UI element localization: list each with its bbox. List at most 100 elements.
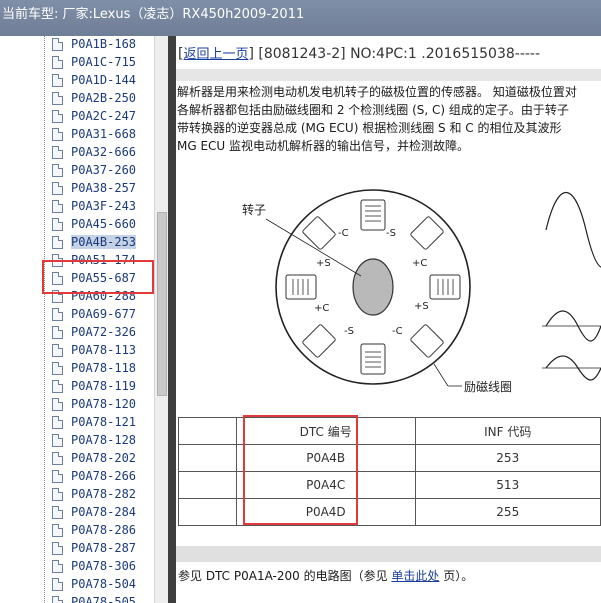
tree-item-label: P0A32-666 [71, 145, 137, 159]
coil-tag: +S [414, 301, 429, 312]
tree-item[interactable]: P0A2B-250 [52, 89, 136, 107]
footnote-suffix: 页）。 [439, 569, 474, 583]
tree-item[interactable]: P0A78-505 [52, 593, 136, 603]
dtc-tree[interactable]: P0A1B-168 P0A1C-715 P0A1D-144 P0A2B-250 P0A2… [0, 36, 154, 603]
document-pane: [返回上一页] [8081243-2] NO:4PC:1 .2016515038… [176, 36, 601, 603]
table-header-row: DTC 编号 INF 代码 [178, 417, 601, 445]
tree-item[interactable]: P0A78-118 [52, 359, 136, 377]
tree-item[interactable]: P0A31-668 [52, 125, 136, 143]
tree-connector [44, 36, 45, 603]
tree-item[interactable]: P0A1C-715 [52, 53, 136, 71]
pole [360, 199, 386, 231]
tree-item[interactable]: P0A38-257 [52, 179, 136, 197]
document-icon [52, 505, 63, 519]
rotor-label: 转子 [242, 202, 266, 217]
tree-item[interactable]: P0A72-326 [52, 323, 136, 341]
pole [302, 324, 336, 358]
scrollbar-thumb[interactable] [157, 212, 167, 396]
document-icon [52, 577, 63, 591]
tree-item-label: P0A69-677 [71, 307, 137, 321]
back-link[interactable]: 返回上一页 [183, 47, 248, 62]
tree-item-label: P0A4B-253 [71, 235, 137, 249]
coil-tag: +S [316, 258, 331, 269]
rotor [352, 258, 394, 316]
document-icon [52, 559, 63, 573]
inf-cell: 513 [414, 471, 601, 499]
tree-item[interactable]: P0A78-113 [52, 341, 136, 359]
tree-item-label: P0A45-660 [71, 217, 137, 231]
document-icon [52, 55, 63, 69]
header-divider [176, 69, 601, 81]
dtc-table: DTC 编号 INF 代码 P0A4B 253 P0A4C 513 P0A4D … [178, 417, 601, 526]
tree-item[interactable]: P0A32-666 [52, 143, 136, 161]
tree-item-label: P0A72-326 [71, 325, 137, 339]
description-line: MG ECU 监视电动机解析器的输出信号，并检测故障。 [177, 139, 470, 153]
tree-item-label: P0A78-113 [71, 343, 137, 357]
tree-item[interactable]: P0A3F-243 [52, 197, 136, 215]
pole [285, 274, 317, 300]
document-icon [52, 397, 63, 411]
document-header: [返回上一页] [8081243-2] NO:4PC:1 .2016515038… [178, 46, 541, 62]
tree-item[interactable]: P0A78-306 [52, 557, 136, 575]
coil-tag: -S [386, 228, 396, 239]
tree-item-label: P0A78-504 [71, 577, 137, 591]
document-icon [52, 523, 63, 537]
tree-item[interactable]: P0A69-677 [52, 305, 136, 323]
document-icon [52, 109, 63, 123]
pole [360, 343, 386, 375]
tree-item[interactable]: P0A78-504 [52, 575, 136, 593]
document-icon [52, 541, 63, 555]
document-icon [52, 199, 63, 213]
click-here-link[interactable]: 单击此处 [391, 569, 439, 583]
table-row: P0A4D 255 [178, 498, 601, 526]
coil-tag: -C [338, 228, 349, 239]
tree-item-label: P0A37-260 [71, 163, 137, 177]
dtc-highlight-box [243, 415, 358, 525]
tree-item-label: P0A31-668 [71, 127, 137, 141]
tree-item-label: P0A1D-144 [71, 73, 137, 87]
document-icon [52, 325, 63, 339]
document-icon [52, 361, 63, 375]
tree-item[interactable]: P0A78-121 [52, 413, 136, 431]
circuit-reference: 参见 DTC P0A1A-200 的电路图（参见 单击此处 页）。 [178, 567, 473, 584]
tree-item[interactable]: P0A78-119 [52, 377, 136, 395]
tree-item[interactable]: P0A78-266 [52, 467, 136, 485]
tree-item-label: P0A2B-250 [71, 91, 137, 105]
pane-splitter[interactable] [168, 36, 176, 603]
tree-item[interactable]: P0A78-202 [52, 449, 136, 467]
selection-highlight-box [42, 260, 154, 294]
tree-item[interactable]: P0A78-282 [52, 485, 136, 503]
tree-item[interactable]: P0A1D-144 [52, 71, 136, 89]
coil-tag: -S [344, 326, 354, 337]
tree-item[interactable]: P0A78-286 [52, 521, 136, 539]
document-icon [52, 127, 63, 141]
coil-tag: +C [314, 303, 329, 314]
tree-item-label: P0A78-286 [71, 523, 137, 537]
document-icon [52, 307, 63, 321]
tree-item-label: P0A78-121 [71, 415, 137, 429]
tree-item[interactable]: P0A78-128 [52, 431, 136, 449]
tree-item-selected[interactable]: P0A4B-253 [52, 233, 137, 251]
tree-item-label: P0A1C-715 [71, 55, 137, 69]
document-icon [52, 163, 63, 177]
description-line: 带转换器的逆变器总成 (MG ECU) 根据检测线圈 S 和 C 的相位及其波形 [177, 121, 562, 135]
tree-item-label: P0A78-128 [71, 433, 137, 447]
tree-item[interactable]: P0A1B-168 [52, 36, 136, 53]
tree-item[interactable]: P0A78-287 [52, 539, 136, 557]
tree-item[interactable]: P0A37-260 [52, 161, 136, 179]
pole [429, 274, 461, 300]
tree-item-label: P0A3F-243 [71, 199, 137, 213]
document-icon [52, 343, 63, 357]
document-icon [52, 91, 63, 105]
document-icon [52, 73, 63, 87]
coil-tag: +C [412, 258, 427, 269]
tree-item[interactable]: P0A45-660 [52, 215, 136, 233]
tree-scrollbar[interactable] [154, 36, 168, 603]
document-icon [52, 415, 63, 429]
tree-item[interactable]: P0A78-284 [52, 503, 136, 521]
document-icon [52, 145, 63, 159]
tree-item[interactable]: P0A2C-247 [52, 107, 136, 125]
tree-item-label: P0A78-282 [71, 487, 137, 501]
tree-item[interactable]: P0A78-120 [52, 395, 136, 413]
document-id: [8081243-2] NO:4PC:1 .2016515038----- [253, 46, 541, 62]
